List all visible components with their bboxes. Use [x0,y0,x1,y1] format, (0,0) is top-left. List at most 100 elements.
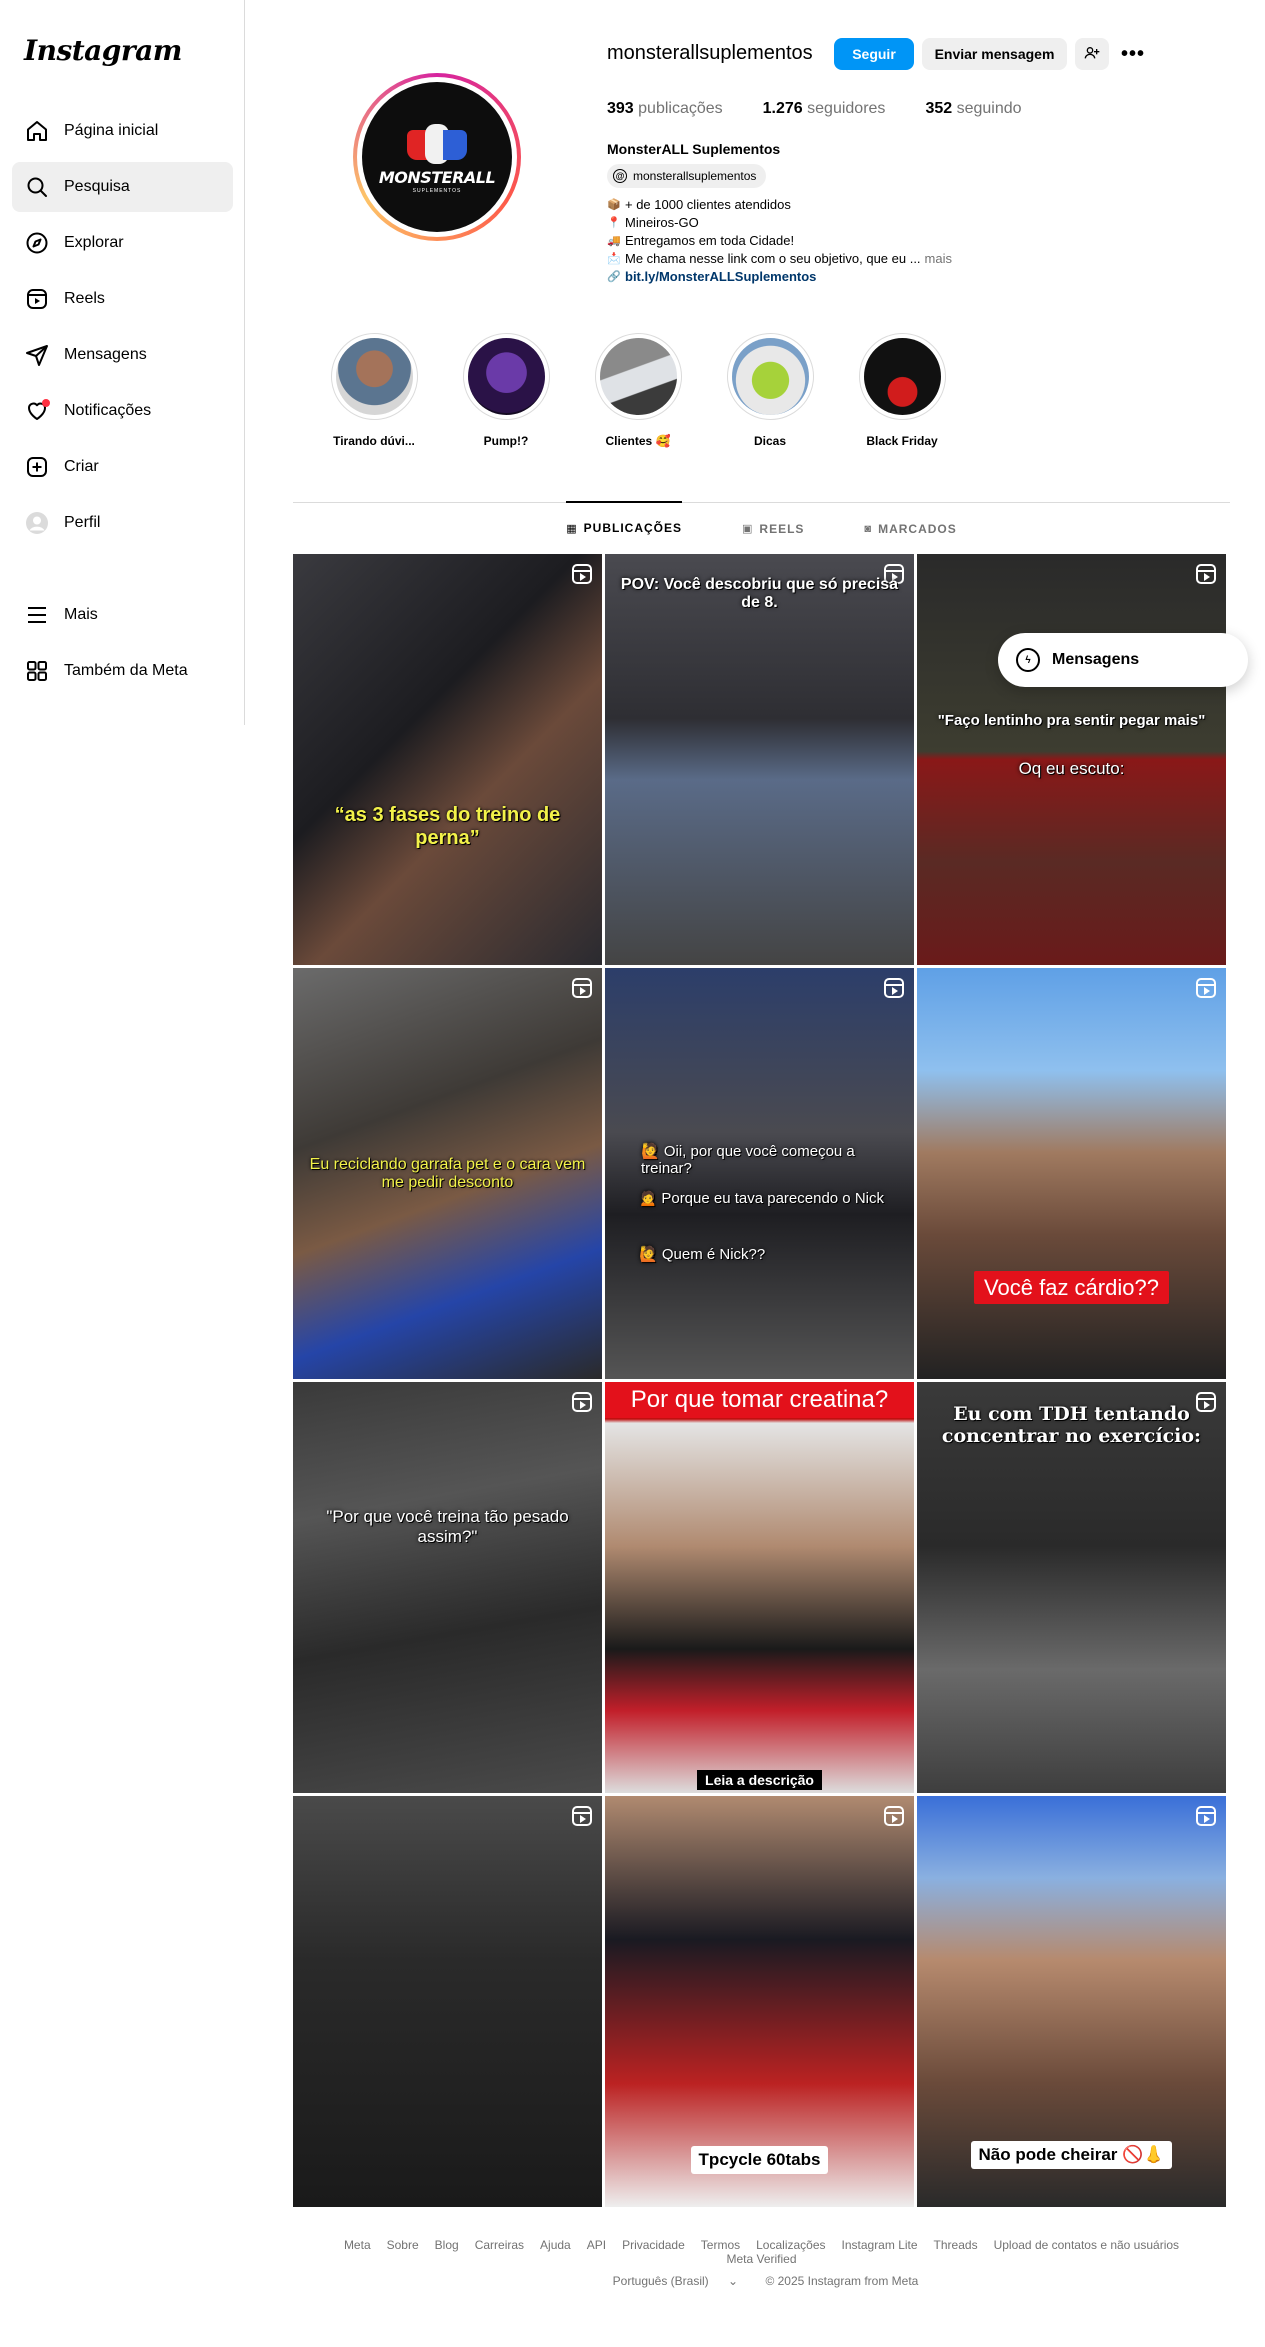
avatar-icon [24,510,50,536]
stat-followers[interactable]: 1.276 seguidores [763,100,886,118]
reel-icon [572,1806,592,1826]
stat-posts: 393 publicações [607,100,723,117]
sidebar-item-notifications[interactable]: Notificações [12,386,233,436]
sidebar-item-home[interactable]: Página inicial [12,106,233,156]
sidebar-item-reels[interactable]: Reels [12,274,233,324]
highlight-cover [467,338,545,415]
bio-line: 📍 Mineiros-GO [607,215,699,230]
footer-link[interactable]: Termos [701,2238,740,2252]
send-message-button[interactable]: Enviar mensagem [922,38,1067,70]
stat-following[interactable]: 352 seguindo [925,100,1021,118]
tab-posts[interactable]: ▦ PUBLICAÇÕES [566,501,682,553]
footer-link[interactable]: Carreiras [475,2238,524,2252]
post-tile[interactable]: "Por que você treina tão pesado assim?" [293,1382,602,1793]
messenger-icon: ϟ [1016,648,1040,672]
sidebar-item-profile[interactable]: Perfil [12,498,233,548]
tab-reels[interactable]: ▣ REELS [742,502,804,554]
reel-icon [1196,564,1216,584]
tagged-icon: ◙ [864,522,873,535]
post-tile[interactable]: Tpcycle 60tabs [605,1796,914,2207]
post-tile[interactable] [293,1796,602,2207]
suggest-user-button[interactable] [1075,38,1109,70]
reel-icon [572,564,592,584]
profile-avatar[interactable]: MONSTERALL SUPLEMENTOS [353,73,521,241]
footer-link[interactable]: Ajuda [540,2238,571,2252]
post-tile[interactable]: Por que tomar creatina? Leia a descrição [605,1382,914,1793]
post-tile[interactable]: Eu reciclando garrafa pet e o cara vem m… [293,968,602,1379]
footer-link[interactable]: API [587,2238,606,2252]
sidebar-item-label: Reels [64,290,105,307]
profile-bio: MonsterALL Suplementos @ monsterallsuple… [607,140,1127,286]
profile-username: monsterallsuplementos [607,42,813,64]
post-tile[interactable]: “as 3 fases do treino de perna” [293,554,602,965]
truck-icon: 🚚 [607,235,621,247]
heart-icon [24,398,50,424]
footer-link[interactable]: Upload de contatos e não usuários [994,2238,1179,2252]
bull-logo-icon [407,120,467,164]
sidebar-item-label: Perfil [64,514,101,531]
highlight-item[interactable]: Pump!? [462,333,550,448]
footer-link[interactable]: Blog [435,2238,459,2252]
sidebar-item-messages[interactable]: Mensagens [12,330,233,380]
post-tile[interactable]: 🙋 Oii, por que você começou a treinar? 🙍… [605,968,914,1379]
bio-line: 📩 Me chama nesse link com o seu objetivo,… [607,250,952,268]
profile-tabs: ▦ PUBLICAÇÕES ▣ REELS ◙ MARCADOS [293,501,1230,554]
reel-icon [884,978,904,998]
reels-icon: ▣ [742,523,754,535]
highlight-cover [599,338,677,415]
footer-link[interactable]: Privacidade [622,2238,685,2252]
language-selector[interactable]: Português (Brasil) ⌄ [605,2274,746,2288]
reel-icon [1196,978,1216,998]
sidebar-item-label: Pesquisa [64,178,130,195]
reel-icon [1196,1806,1216,1826]
highlight-item[interactable]: Tirando dúvi... [330,333,418,448]
highlight-item[interactable]: Clientes 🥰 [594,333,682,448]
footer-link[interactable]: Meta Verified [726,2252,796,2266]
posts-grid: “as 3 fases do treino de perna” POV: Voc… [293,554,1226,2207]
tab-tagged[interactable]: ◙ MARCADOS [864,502,956,554]
sidebar-item-label: Explorar [64,234,124,251]
sidebar-item-search[interactable]: Pesquisa [12,162,233,212]
footer-link[interactable]: Threads [934,2238,978,2252]
post-tile[interactable]: Não pode cheirar 🚫👃 [917,1796,1226,2207]
footer-link[interactable]: Localizações [756,2238,825,2252]
sidebar-item-label: Notificações [64,402,152,419]
post-tile[interactable]: Você faz cárdio?? [917,968,1226,1379]
sidebar-item-label: Criar [64,458,99,475]
instagram-logo[interactable]: Instagram [24,34,182,67]
reel-icon [884,1806,904,1826]
more-options-button[interactable]: ••• [1117,38,1149,70]
sidebar-bottom: Mais Também da Meta [12,590,233,702]
reel-icon [572,978,592,998]
post-tile[interactable]: "Faço lentinho pra sentir pegar mais" Oq… [917,554,1226,965]
follow-button[interactable]: Seguir [834,38,914,70]
post-tile[interactable]: POV: Você descobriu que só precisa de 8. [605,554,914,965]
bio-link[interactable]: bit.ly/MonsterALLSuplementos [625,268,816,286]
threads-handle: monsterallsuplementos [633,169,757,183]
profile-full-name: MonsterALL Suplementos [607,141,781,157]
threads-badge[interactable]: @ monsterallsuplementos [607,164,767,188]
bio-more-link[interactable]: mais [925,250,952,268]
footer-link[interactable]: Meta [344,2238,371,2252]
sidebar-item-create[interactable]: Criar [12,442,233,492]
home-icon [24,118,50,144]
copyright: © 2025 Instagram from Meta [765,2274,919,2288]
plus-square-icon [24,454,50,480]
link-icon: 🔗 [607,271,621,283]
reels-icon [24,286,50,312]
highlight-item[interactable]: Dicas [726,333,814,448]
compass-icon [24,230,50,256]
footer-link[interactable]: Sobre [387,2238,419,2252]
highlight-item[interactable]: Black Friday [858,333,946,448]
sidebar-item-also-from-meta[interactable]: Também da Meta [12,646,233,696]
footer-link[interactable]: Instagram Lite [842,2238,918,2252]
chevron-down-icon: ⌄ [728,2274,739,2288]
sidebar-item-explore[interactable]: Explorar [12,218,233,268]
sidebar-item-more[interactable]: Mais [12,590,233,640]
story-highlights: Tirando dúvi... Pump!? Clientes 🥰 Dicas … [330,333,990,448]
bio-link-row[interactable]: 🔗 bit.ly/MonsterALLSuplementos [607,268,1127,286]
send-icon [24,342,50,368]
post-tile[interactable]: Eu com TDH tentando concentrar no exercí… [917,1382,1226,1793]
reel-icon [572,1392,592,1412]
messages-floating-button[interactable]: ϟ Mensagens [998,633,1248,687]
